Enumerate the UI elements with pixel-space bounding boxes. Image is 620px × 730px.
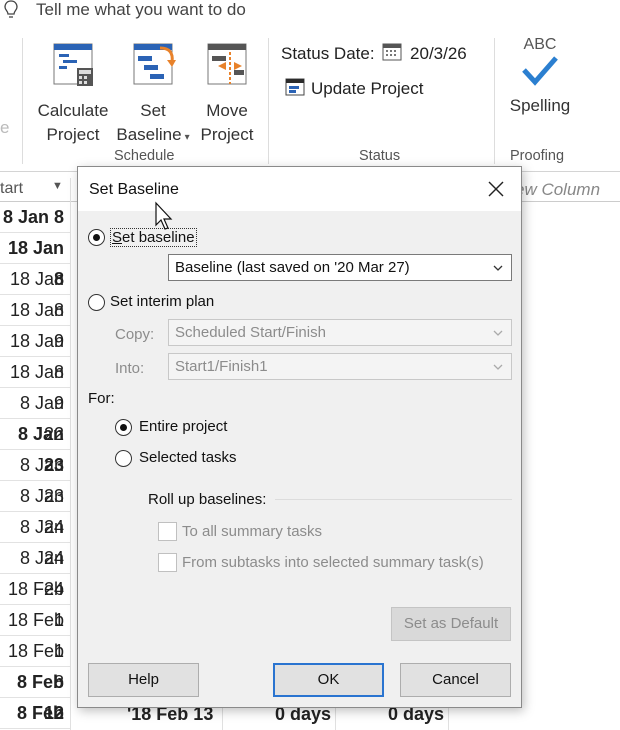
status-date-control[interactable]: Status Date: 20/3/26: [281, 42, 467, 64]
table-row-start-cell[interactable]: 8 Jan 23: [0, 450, 70, 506]
calculate-label-2: Project: [46, 125, 100, 144]
group-label-status: Status: [359, 148, 401, 164]
status-date-label: Status Date:: [281, 44, 375, 63]
set-as-default-button[interactable]: Set as Default: [391, 607, 511, 641]
copy-select-value: Scheduled Start/Finish: [175, 324, 326, 341]
table-row-start-cell[interactable]: 8 Jan 22: [0, 388, 70, 444]
entire-project-label: Entire project: [139, 418, 228, 435]
checkbox-box: [158, 522, 177, 541]
lightbulb-icon: [4, 0, 18, 18]
update-project-button[interactable]: Update Project: [285, 77, 423, 99]
table-row-start-cell[interactable]: 8 Jan 24: [0, 543, 70, 599]
ribbon-separator: [268, 38, 269, 164]
dialog-title: Set Baseline: [89, 181, 179, 198]
table-row-start-cell[interactable]: 18 Feb 1: [0, 605, 70, 661]
spelling-badge: ABC: [523, 36, 557, 53]
table-row-start-cell[interactable]: 8 Feb 12: [0, 667, 70, 723]
ok-button[interactable]: OK: [273, 663, 384, 697]
set-baseline-label-1: Set: [140, 101, 166, 120]
table-row-start-cell[interactable]: 8 Jan 24: [0, 512, 70, 568]
grid-line: [70, 178, 71, 730]
set-baseline-dialog: Set Baseline Set baseline Baseline (last…: [77, 166, 522, 708]
radio-circle: [88, 294, 105, 311]
ribbon-separator: [22, 38, 23, 164]
move-project-button[interactable]: Move Project: [186, 42, 268, 147]
to-all-summary-checkbox[interactable]: To all summary tasks: [158, 522, 358, 544]
ribbon-partial-label: e: [0, 118, 10, 137]
set-baseline-button[interactable]: Set Baseline ▾: [112, 42, 194, 150]
table-row-start-cell[interactable]: 18 Jan 8: [0, 233, 70, 289]
move-label-2: Project: [200, 125, 254, 144]
set-baseline-label-2: Baseline: [116, 125, 182, 144]
baseline-select-value: Baseline (last saved on '20 Mar 27): [175, 259, 410, 276]
update-project-label: Update Project: [311, 79, 424, 98]
cancel-button[interactable]: Cancel: [400, 663, 511, 697]
group-label-schedule: Schedule: [114, 148, 175, 164]
table-row-start-cell[interactable]: 8 Jan 24: [0, 481, 70, 537]
status-date-value: 20/3/26: [410, 44, 467, 63]
dialog-titlebar[interactable]: Set Baseline: [78, 167, 521, 211]
set-interim-plan-label: Set interim plan: [110, 293, 215, 310]
calendar-icon: [382, 43, 402, 61]
spelling-button[interactable]: ABC Spelling: [502, 36, 578, 118]
table-row-start-cell[interactable]: 18 Feb 8: [0, 636, 70, 692]
help-button[interactable]: Help: [88, 663, 199, 697]
into-select[interactable]: Start1/Finish1: [168, 353, 512, 380]
roll-up-baselines-label: Roll up baselines:: [148, 491, 267, 508]
chevron-down-icon: [493, 265, 503, 271]
radio-circle: [115, 419, 132, 436]
baseline-select[interactable]: Baseline (last saved on '20 Mar 27): [168, 254, 512, 281]
calculate-label-1: Calculate: [37, 101, 109, 120]
update-project-icon: [285, 78, 305, 96]
into-select-value: Start1/Finish1: [175, 358, 268, 375]
copy-label: Copy:: [115, 326, 155, 343]
entire-project-radio[interactable]: Entire project: [115, 417, 245, 439]
calculate-project-button[interactable]: Calculate Project: [32, 42, 114, 147]
set-baseline-icon: [133, 43, 176, 85]
add-new-column-header[interactable]: ew Column: [515, 180, 600, 200]
checkbox-box: [158, 553, 177, 572]
mouse-cursor-icon: [155, 201, 173, 230]
radio-circle: [88, 229, 105, 246]
table-row-start-cell[interactable]: 18 Feb 1: [0, 574, 70, 630]
table-row-start-cell[interactable]: 18 Jan 9: [0, 357, 70, 413]
into-label: Into:: [115, 360, 145, 377]
set-baseline-text: et baseline: [122, 229, 195, 246]
close-icon[interactable]: [484, 177, 508, 201]
set-interim-plan-radio[interactable]: Set interim plan: [88, 292, 228, 314]
table-row-start-cell[interactable]: 8 Jan 8: [0, 202, 70, 233]
tell-me-text: Tell me what you want to do: [36, 0, 246, 19]
from-subtasks-label: From subtasks into selected summary task…: [182, 554, 484, 571]
tell-me-bar[interactable]: Tell me what you want to do: [0, 0, 620, 28]
group-divider: [275, 499, 512, 500]
set-baseline-radio[interactable]: Set baseline: [88, 227, 198, 249]
radio-circle: [115, 450, 132, 467]
table-row-start-cell[interactable]: 18 Jan 9: [0, 295, 70, 351]
column-dropdown-icon[interactable]: ▼: [52, 180, 63, 192]
selected-tasks-label: Selected tasks: [139, 449, 237, 466]
selected-tasks-radio[interactable]: Selected tasks: [115, 448, 245, 470]
move-project-icon: [207, 43, 247, 85]
group-label-proofing: Proofing: [510, 148, 565, 164]
for-label: For:: [88, 390, 115, 407]
table-row-start-cell[interactable]: 18 Jan 8: [0, 326, 70, 382]
table-row-start-cell[interactable]: 8 Jan 23: [0, 419, 70, 475]
table-row-start-cell[interactable]: 8 Feb 12: [0, 698, 70, 729]
chevron-down-icon: [493, 330, 503, 336]
calculate-project-icon: [53, 43, 93, 86]
copy-select[interactable]: Scheduled Start/Finish: [168, 319, 512, 346]
checkmark-icon: [522, 56, 558, 86]
move-label-1: Move: [206, 101, 248, 120]
spelling-label: Spelling: [509, 96, 571, 115]
table-row-start-cell[interactable]: 18 Jan 8: [0, 264, 70, 320]
to-all-summary-label: To all summary tasks: [182, 523, 323, 540]
ribbon: e Calculate Project Set Baseline ▾ Move …: [0, 32, 620, 172]
chevron-down-icon: [493, 364, 503, 370]
ribbon-separator: [494, 38, 495, 164]
start-column-header[interactable]: tart: [0, 180, 23, 198]
from-subtasks-checkbox[interactable]: From subtasks into selected summary task…: [158, 553, 498, 575]
